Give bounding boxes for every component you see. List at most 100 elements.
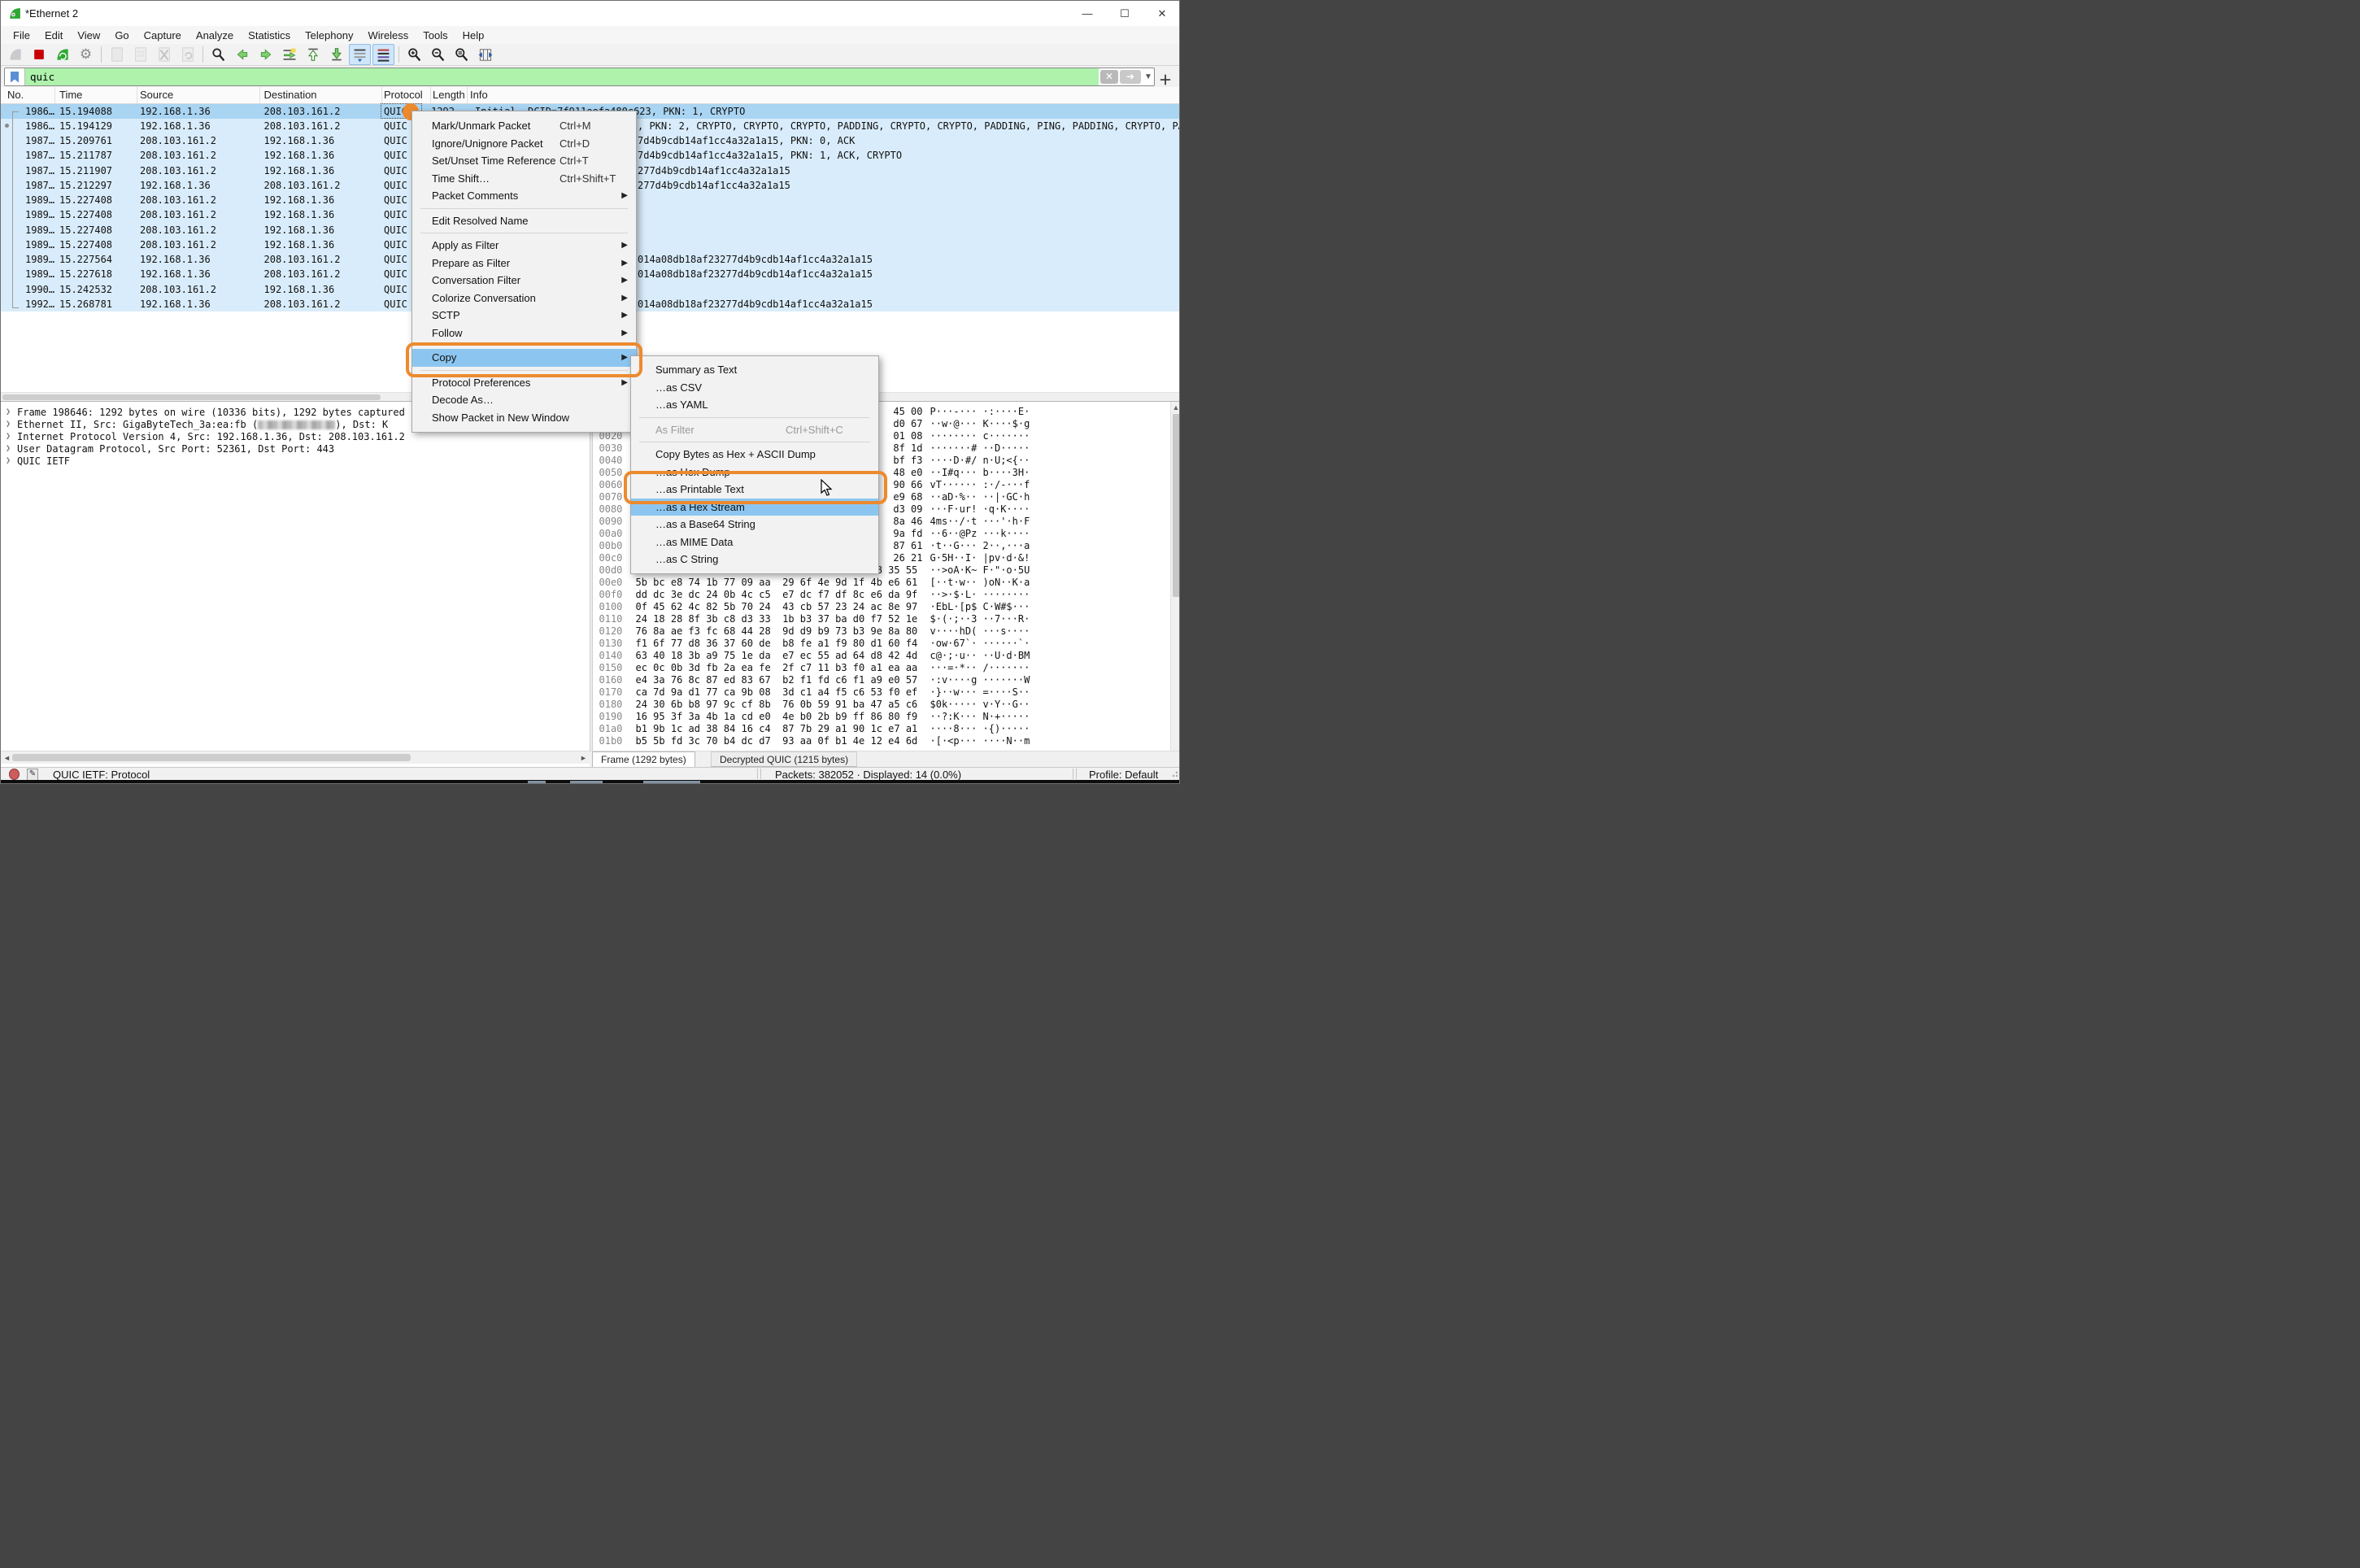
detail-line[interactable]: User Datagram Protocol, Src Port: 52361,… [17,443,334,455]
expand-chevron-icon[interactable]: ❯ [6,420,11,429]
go-back-icon[interactable] [231,44,253,65]
hex-row[interactable]: 01b0b5 5b fd 3c 70 b4 dc d7 93 aa 0f b1 … [593,735,1181,747]
menu-item-follow[interactable]: Follow▶ [412,324,636,342]
menu-item--as-a-base64-string[interactable]: …as a Base64 String [631,516,878,534]
menubar-item-go[interactable]: Go [107,28,136,43]
column-separator[interactable] [467,87,468,103]
zoom-in-icon[interactable] [403,44,425,65]
menu-item-summary-as-text[interactable]: Summary as Text [631,361,878,379]
menu-item-sctp[interactable]: SCTP▶ [412,307,636,324]
menubar-item-help[interactable]: Help [455,28,492,43]
menubar-item-statistics[interactable]: Statistics [241,28,298,43]
column-separator[interactable] [54,87,55,103]
menu-item--as-yaml[interactable]: …as YAML [631,396,878,414]
column-separator[interactable] [381,87,382,103]
display-filter-input[interactable]: quic [25,68,1099,85]
detail-line[interactable]: QUIC IETF [17,455,70,467]
menu-item-prepare-as-filter[interactable]: Prepare as Filter▶ [412,255,636,272]
resize-columns-icon[interactable] [474,44,496,65]
menu-item-packet-comments[interactable]: Packet Comments▶ [412,187,636,205]
menubar-item-edit[interactable]: Edit [37,28,70,43]
menu-item-ignore-unignore-packet[interactable]: Ignore/Unignore PacketCtrl+D [412,135,636,153]
details-hscrollbar[interactable]: ◄ ► [1,751,590,764]
column-header-source[interactable]: Source [140,89,173,101]
filter-apply-button[interactable]: ➜ [1120,70,1141,84]
expand-chevron-icon[interactable]: ❯ [6,407,11,416]
hex-row[interactable]: 01a0b1 9b 1c ad 38 84 16 c4 87 7b 29 a1 … [593,723,1181,735]
menubar-item-telephony[interactable]: Telephony [298,28,360,43]
capture-options-icon[interactable]: ⚙ [75,44,97,65]
filter-clear-button[interactable]: ✕ [1100,70,1118,84]
reload-file-icon[interactable] [176,44,198,65]
byte-view-tab[interactable]: Frame (1292 bytes) [592,751,695,767]
capture-start-icon[interactable] [4,44,26,65]
bytes-vscroll-thumb[interactable] [1173,414,1180,597]
colorize-packets-icon[interactable] [372,44,394,65]
hex-row[interactable]: 00f0dd dc 3e dc 24 0b 4c c5 e7 dc f7 df … [593,589,1181,601]
menubar-item-capture[interactable]: Capture [137,28,189,43]
menu-item-mark-unmark-packet[interactable]: Mark/Unmark PacketCtrl+M [412,117,636,135]
column-header-info[interactable]: Info [470,89,488,101]
filter-bookmark-button[interactable] [5,68,25,85]
column-header-length[interactable]: Length [433,89,465,101]
scroll-up-arrow-icon[interactable]: ▲ [1173,403,1180,412]
menu-item--as-csv[interactable]: …as CSV [631,379,878,397]
capture-restart-icon[interactable] [51,44,73,65]
status-profile[interactable]: Profile: Default [1089,769,1158,781]
menu-item-conversation-filter[interactable]: Conversation Filter▶ [412,272,636,290]
hex-row[interactable]: 019016 95 3f 3a 4b 1a cd e0 4e b0 2b b9 … [593,711,1181,723]
filter-dropdown-caret[interactable]: ▼ [1143,72,1154,81]
menubar-item-view[interactable]: View [70,28,107,43]
column-header-destination[interactable]: Destination [264,89,317,101]
hex-row[interactable]: 012076 8a ae f3 fc 68 44 28 9d d9 b9 73 … [593,625,1181,638]
go-last-icon[interactable] [325,44,347,65]
window-resize-grip[interactable] [1172,769,1178,777]
open-file-icon[interactable] [106,44,128,65]
close-file-icon[interactable] [153,44,175,65]
minimize-button[interactable]: — [1069,1,1106,26]
menu-item-decode-as-[interactable]: Decode As… [412,391,636,409]
menu-item-copy-bytes-as-hex-ascii-dump[interactable]: Copy Bytes as Hex + ASCII Dump [631,446,878,464]
menubar-item-file[interactable]: File [6,28,37,43]
column-header-protocol[interactable]: Protocol [384,89,423,101]
hex-row[interactable]: 00e05b bc e8 74 1b 77 09 aa 29 6f 4e 9d … [593,577,1181,589]
hex-row[interactable]: 0160e4 3a 76 8c 87 ed 83 67 b2 f1 fd c6 … [593,674,1181,686]
hex-row[interactable]: 01000f 45 62 4c 82 5b 70 24 43 cb 57 23 … [593,601,1181,613]
auto-scroll-icon[interactable] [349,44,371,65]
details-hscroll-thumb[interactable] [12,754,411,761]
menu-item--as-mime-data[interactable]: …as MIME Data [631,534,878,551]
go-forward-icon[interactable] [255,44,276,65]
column-header-no[interactable]: No. [7,89,24,101]
menubar-item-analyze[interactable]: Analyze [189,28,241,43]
detail-line[interactable]: Internet Protocol Version 4, Src: 192.16… [17,431,405,442]
expand-chevron-icon[interactable]: ❯ [6,444,11,453]
packet-list-hscroll-thumb[interactable] [2,394,381,400]
capture-stop-icon[interactable] [28,44,50,65]
close-button[interactable]: ✕ [1143,1,1180,26]
byte-view-tab[interactable]: Decrypted QUIC (1215 bytes) [711,751,857,767]
menu-item-apply-as-filter[interactable]: Apply as Filter▶ [412,237,636,255]
column-header-time[interactable]: Time [59,89,82,101]
hex-row[interactable]: 011024 18 28 8f 3b c8 d3 33 1b b3 37 ba … [593,613,1181,625]
hex-row[interactable]: 0170ca 7d 9a d1 77 ca 9b 08 3d c1 a4 f5 … [593,686,1181,699]
hex-row[interactable]: 018024 30 6b b8 97 9c cf 8b 76 0b 59 91 … [593,699,1181,711]
column-separator[interactable] [259,87,260,103]
maximize-button[interactable]: ☐ [1106,1,1143,26]
go-first-icon[interactable] [302,44,324,65]
menu-item-edit-resolved-name[interactable]: Edit Resolved Name [412,212,636,230]
detail-line[interactable]: Frame 198646: 1292 bytes on wire (10336 … [17,407,411,418]
hex-row[interactable]: 014063 40 18 3b a9 75 1e da e7 ec 55 ad … [593,650,1181,662]
capture-comment-icon[interactable]: ✎ [27,769,38,781]
column-separator[interactable] [430,87,431,103]
save-file-icon[interactable]: 01010110 [129,44,151,65]
detail-line[interactable]: Ethernet II, Src: GigaByteTech_3a:ea:fb … [17,419,388,430]
zoom-reset-icon[interactable] [451,44,472,65]
hex-row[interactable]: 0130f1 6f 77 d8 36 37 60 de b8 fe a1 f9 … [593,638,1181,650]
scroll-left-arrow-icon[interactable]: ◄ [3,754,11,762]
expand-chevron-icon[interactable]: ❯ [6,456,11,465]
go-to-packet-icon[interactable] [278,44,300,65]
expert-info-icon[interactable] [9,769,20,780]
expand-chevron-icon[interactable]: ❯ [6,432,11,441]
menubar-item-tools[interactable]: Tools [416,28,455,43]
filter-add-button[interactable]: ＋ [1159,69,1172,89]
